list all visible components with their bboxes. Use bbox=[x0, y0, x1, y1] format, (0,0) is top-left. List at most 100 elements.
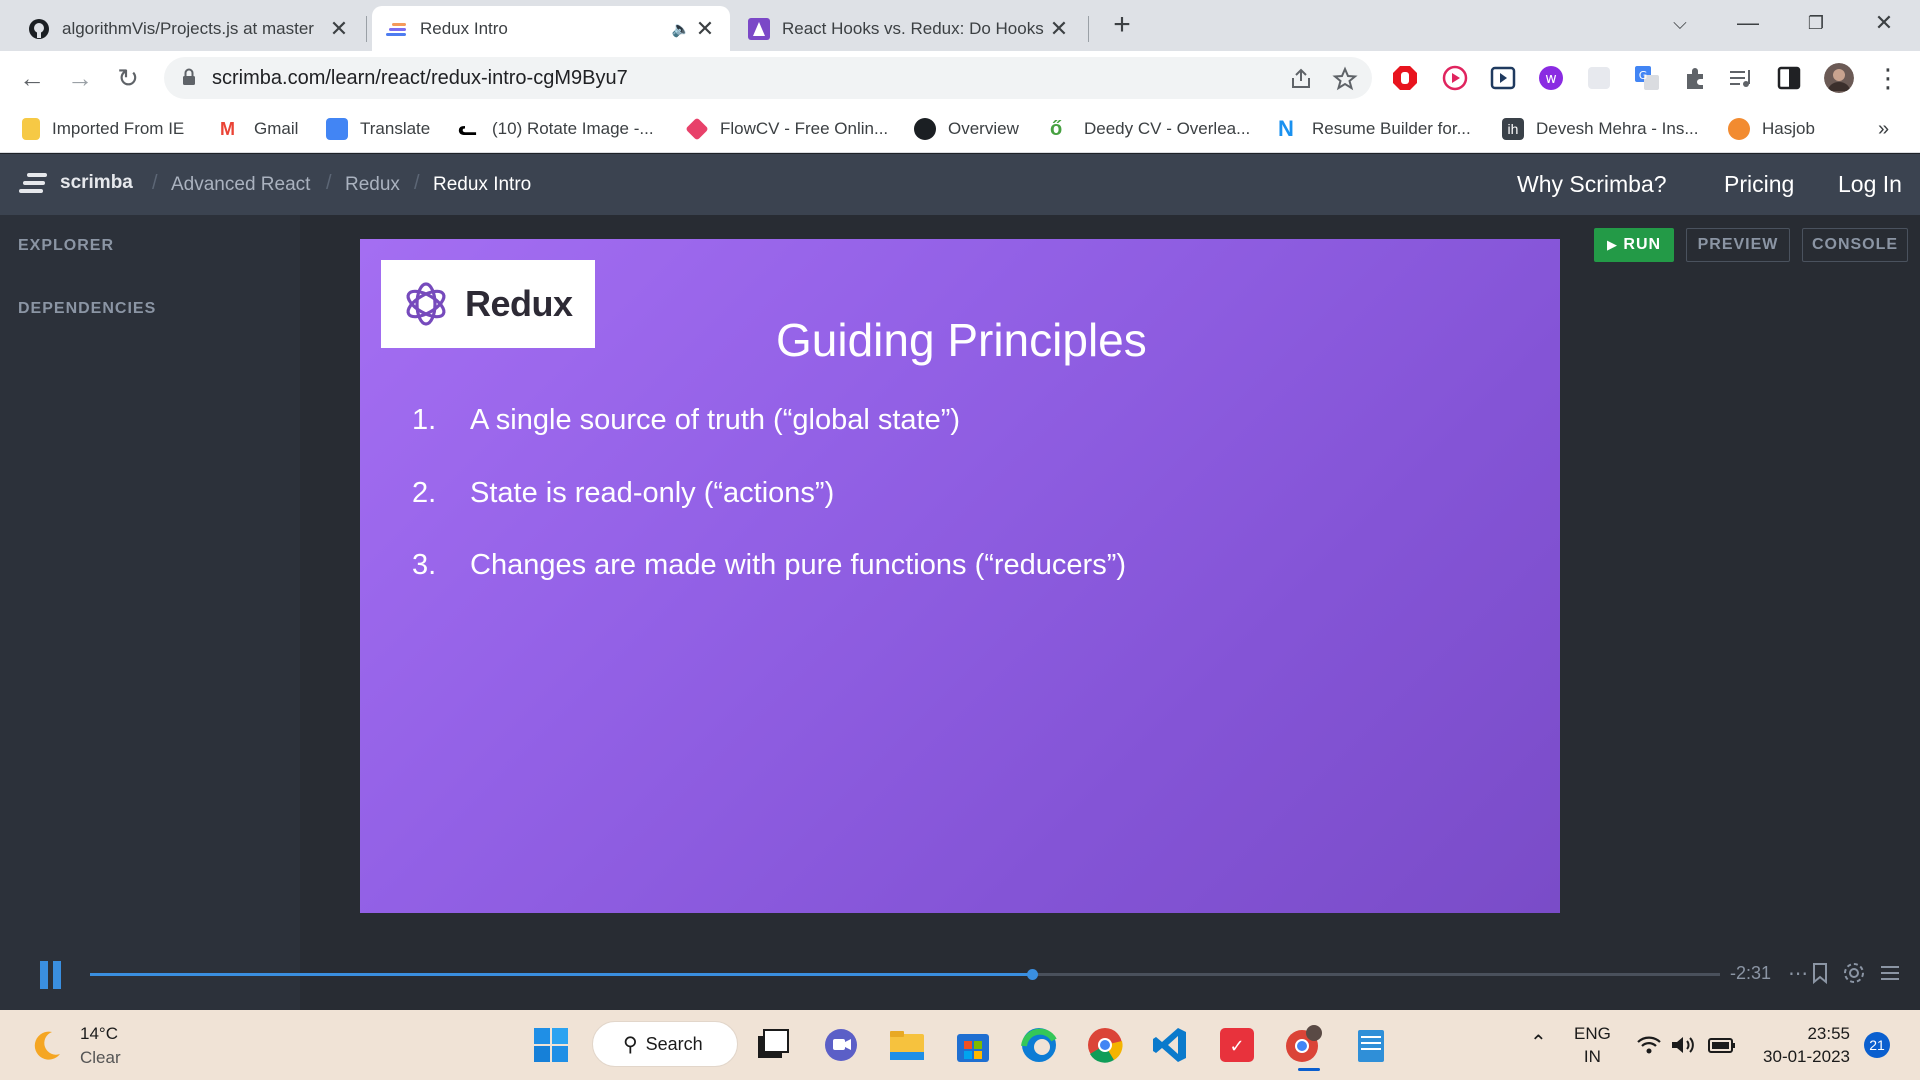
notification-badge[interactable]: 21 bbox=[1864, 1032, 1890, 1058]
close-tab-icon[interactable]: ✕ bbox=[694, 16, 716, 42]
bookmark-icon[interactable] bbox=[1808, 961, 1832, 985]
google-translate-extension-icon[interactable]: G bbox=[1634, 65, 1660, 91]
dependencies-heading[interactable]: DEPENDENCIES bbox=[18, 300, 156, 318]
side-panel-icon[interactable] bbox=[1776, 65, 1802, 91]
explorer-heading[interactable]: EXPLORER bbox=[18, 237, 114, 255]
media-queue-icon[interactable] bbox=[1728, 65, 1754, 91]
principle-item: 2. State is read-only (“actions”) bbox=[412, 477, 834, 510]
bookmark-label: Imported From IE bbox=[52, 119, 185, 138]
tab-redux-intro[interactable]: Redux Intro 🔈 ✕ bbox=[372, 6, 730, 51]
forward-icon[interactable]: → bbox=[64, 62, 96, 94]
adblock-extension-icon[interactable] bbox=[1392, 65, 1418, 91]
chrome-icon[interactable] bbox=[1084, 1024, 1126, 1066]
input-language[interactable]: ENG IN bbox=[1574, 1022, 1611, 1068]
bookmark-rotate-image[interactable]: ᓚ (10) Rotate Image -... bbox=[458, 115, 654, 143]
tab-audio-icon[interactable]: 🔈 bbox=[668, 20, 694, 38]
video-extension-icon[interactable] bbox=[1442, 65, 1468, 91]
window-close-icon[interactable]: ✕ bbox=[1864, 8, 1904, 38]
menu-icon[interactable] bbox=[1878, 961, 1902, 985]
slide: Redux Guiding Principles 1. A single sour… bbox=[360, 239, 1560, 913]
puzzle-grid-extension-icon[interactable] bbox=[1586, 65, 1612, 91]
preview-button[interactable]: PREVIEW bbox=[1686, 228, 1790, 262]
lock-icon[interactable] bbox=[182, 68, 196, 86]
chrome-profile-icon[interactable] bbox=[1282, 1024, 1324, 1066]
volume-icon[interactable] bbox=[1670, 1034, 1696, 1056]
principle-number: 3. bbox=[412, 549, 437, 581]
seek-progress bbox=[90, 973, 1033, 976]
edge-browser-icon[interactable] bbox=[1018, 1024, 1060, 1066]
calendar-app-icon[interactable]: ✓ bbox=[1216, 1024, 1258, 1066]
task-view-icon[interactable] bbox=[752, 1024, 794, 1066]
start-windows-icon[interactable] bbox=[530, 1024, 572, 1066]
restore-icon[interactable]: ❐ bbox=[1796, 8, 1836, 38]
address-bar[interactable]: scrimba.com/learn/react/redux-intro-cgM9… bbox=[164, 57, 1372, 99]
tab-react-hooks[interactable]: React Hooks vs. Redux: Do Hooks ✕ bbox=[734, 6, 1084, 51]
bookmark-devesh-mehra[interactable]: ih Devesh Mehra - Ins... bbox=[1502, 115, 1699, 143]
taskbar-search[interactable]: ⚲ Search bbox=[592, 1021, 738, 1067]
windows-taskbar: 14°C Clear ⚲ Search ✓ ⌃ ENG IN 23:55 30-… bbox=[0, 1010, 1920, 1080]
bookmark-imported-from-ie[interactable]: Imported From IE bbox=[22, 115, 184, 143]
principle-number: 1. bbox=[412, 404, 437, 436]
pause-icon[interactable] bbox=[40, 961, 62, 989]
breadcrumb-separator: / bbox=[152, 172, 158, 194]
settings-gear-icon[interactable] bbox=[1842, 961, 1866, 985]
nav-why-scrimba[interactable]: Why Scrimba? bbox=[1517, 171, 1667, 198]
url-text[interactable]: scrimba.com/learn/react/redux-intro-cgM9… bbox=[212, 67, 628, 90]
tab-search-icon[interactable]: ⌵ bbox=[1660, 8, 1700, 38]
tray-chevron-up-icon[interactable]: ⌃ bbox=[1530, 1030, 1547, 1055]
bookmark-flowcv[interactable]: FlowCV - Free Onlin... bbox=[685, 115, 889, 143]
minimize-icon[interactable]: — bbox=[1728, 8, 1768, 38]
extensions-puzzle-icon[interactable] bbox=[1682, 65, 1708, 91]
close-tab-icon[interactable]: ✕ bbox=[1048, 16, 1070, 42]
bookmark-hasjob[interactable]: Hasjob bbox=[1728, 115, 1815, 143]
battery-icon[interactable] bbox=[1708, 1036, 1736, 1054]
clock-date: 30-01-2023 bbox=[1763, 1047, 1850, 1066]
bookmark-star-icon[interactable] bbox=[1332, 66, 1358, 92]
bookmark-label: Deedy CV - Overlea... bbox=[1084, 119, 1251, 138]
bookmark-gmail[interactable]: M Gmail bbox=[220, 115, 298, 143]
microsoft-store-icon[interactable] bbox=[952, 1024, 994, 1066]
ih-icon: ih bbox=[1502, 118, 1524, 140]
bookmark-overview[interactable]: Overview bbox=[914, 115, 1019, 143]
nav-login[interactable]: Log In bbox=[1838, 171, 1902, 198]
w-extension-icon[interactable]: w bbox=[1538, 65, 1564, 91]
bookmark-label: FlowCV - Free Onlin... bbox=[720, 119, 889, 138]
reload-icon[interactable]: ↻ bbox=[112, 62, 144, 94]
browser-menu-icon[interactable]: ⋮ bbox=[1872, 62, 1904, 94]
bookmark-translate[interactable]: Translate bbox=[326, 115, 430, 143]
overleaf-icon: ő bbox=[1050, 118, 1063, 140]
breadcrumb-advanced-react[interactable]: Advanced React bbox=[171, 174, 310, 196]
run-label: RUN bbox=[1623, 236, 1662, 253]
seek-handle[interactable] bbox=[1027, 969, 1039, 980]
media-extension-icon[interactable] bbox=[1490, 65, 1516, 91]
file-explorer-icon[interactable] bbox=[886, 1024, 928, 1066]
share-icon[interactable] bbox=[1288, 66, 1314, 92]
bookmark-deedy-cv[interactable]: ő Deedy CV - Overlea... bbox=[1050, 115, 1250, 143]
wifi-icon[interactable] bbox=[1636, 1034, 1662, 1056]
breadcrumb-separator: / bbox=[414, 172, 420, 194]
bookmarks-overflow-icon[interactable]: » bbox=[1878, 115, 1889, 143]
close-tab-icon[interactable]: ✕ bbox=[328, 16, 350, 42]
profile-avatar-icon[interactable] bbox=[1824, 63, 1854, 93]
run-button[interactable]: ▶ RUN bbox=[1594, 228, 1674, 262]
breadcrumb-redux[interactable]: Redux bbox=[345, 174, 400, 196]
bookmark-label: Gmail bbox=[254, 119, 299, 138]
seek-bar[interactable] bbox=[90, 969, 1720, 980]
article-favicon-icon bbox=[748, 17, 770, 40]
taskbar-clock[interactable]: 23:55 30-01-2023 bbox=[1756, 1022, 1850, 1068]
scrimba-logo[interactable]: scrimba bbox=[18, 172, 133, 194]
weather-widget[interactable]: 14°C Clear bbox=[28, 1022, 121, 1070]
teams-chat-icon[interactable] bbox=[820, 1024, 862, 1066]
console-button[interactable]: CONSOLE bbox=[1802, 228, 1908, 262]
nav-pricing[interactable]: Pricing bbox=[1724, 171, 1794, 198]
tab-github[interactable]: algorithmVis/Projects.js at master ✕ bbox=[14, 6, 364, 51]
new-tab-icon[interactable]: + bbox=[1108, 8, 1136, 42]
back-icon[interactable]: ← bbox=[16, 62, 48, 94]
bookmark-resume-builder[interactable]: N Resume Builder for... bbox=[1278, 115, 1471, 143]
bookmark-label: Hasjob bbox=[1762, 119, 1815, 138]
more-icon[interactable]: ⋯ bbox=[1786, 961, 1810, 985]
google-translate-icon bbox=[326, 118, 348, 140]
vscode-icon[interactable] bbox=[1150, 1024, 1192, 1066]
leetcode-icon: ᓚ bbox=[458, 118, 477, 140]
notepad-icon[interactable] bbox=[1350, 1024, 1392, 1066]
